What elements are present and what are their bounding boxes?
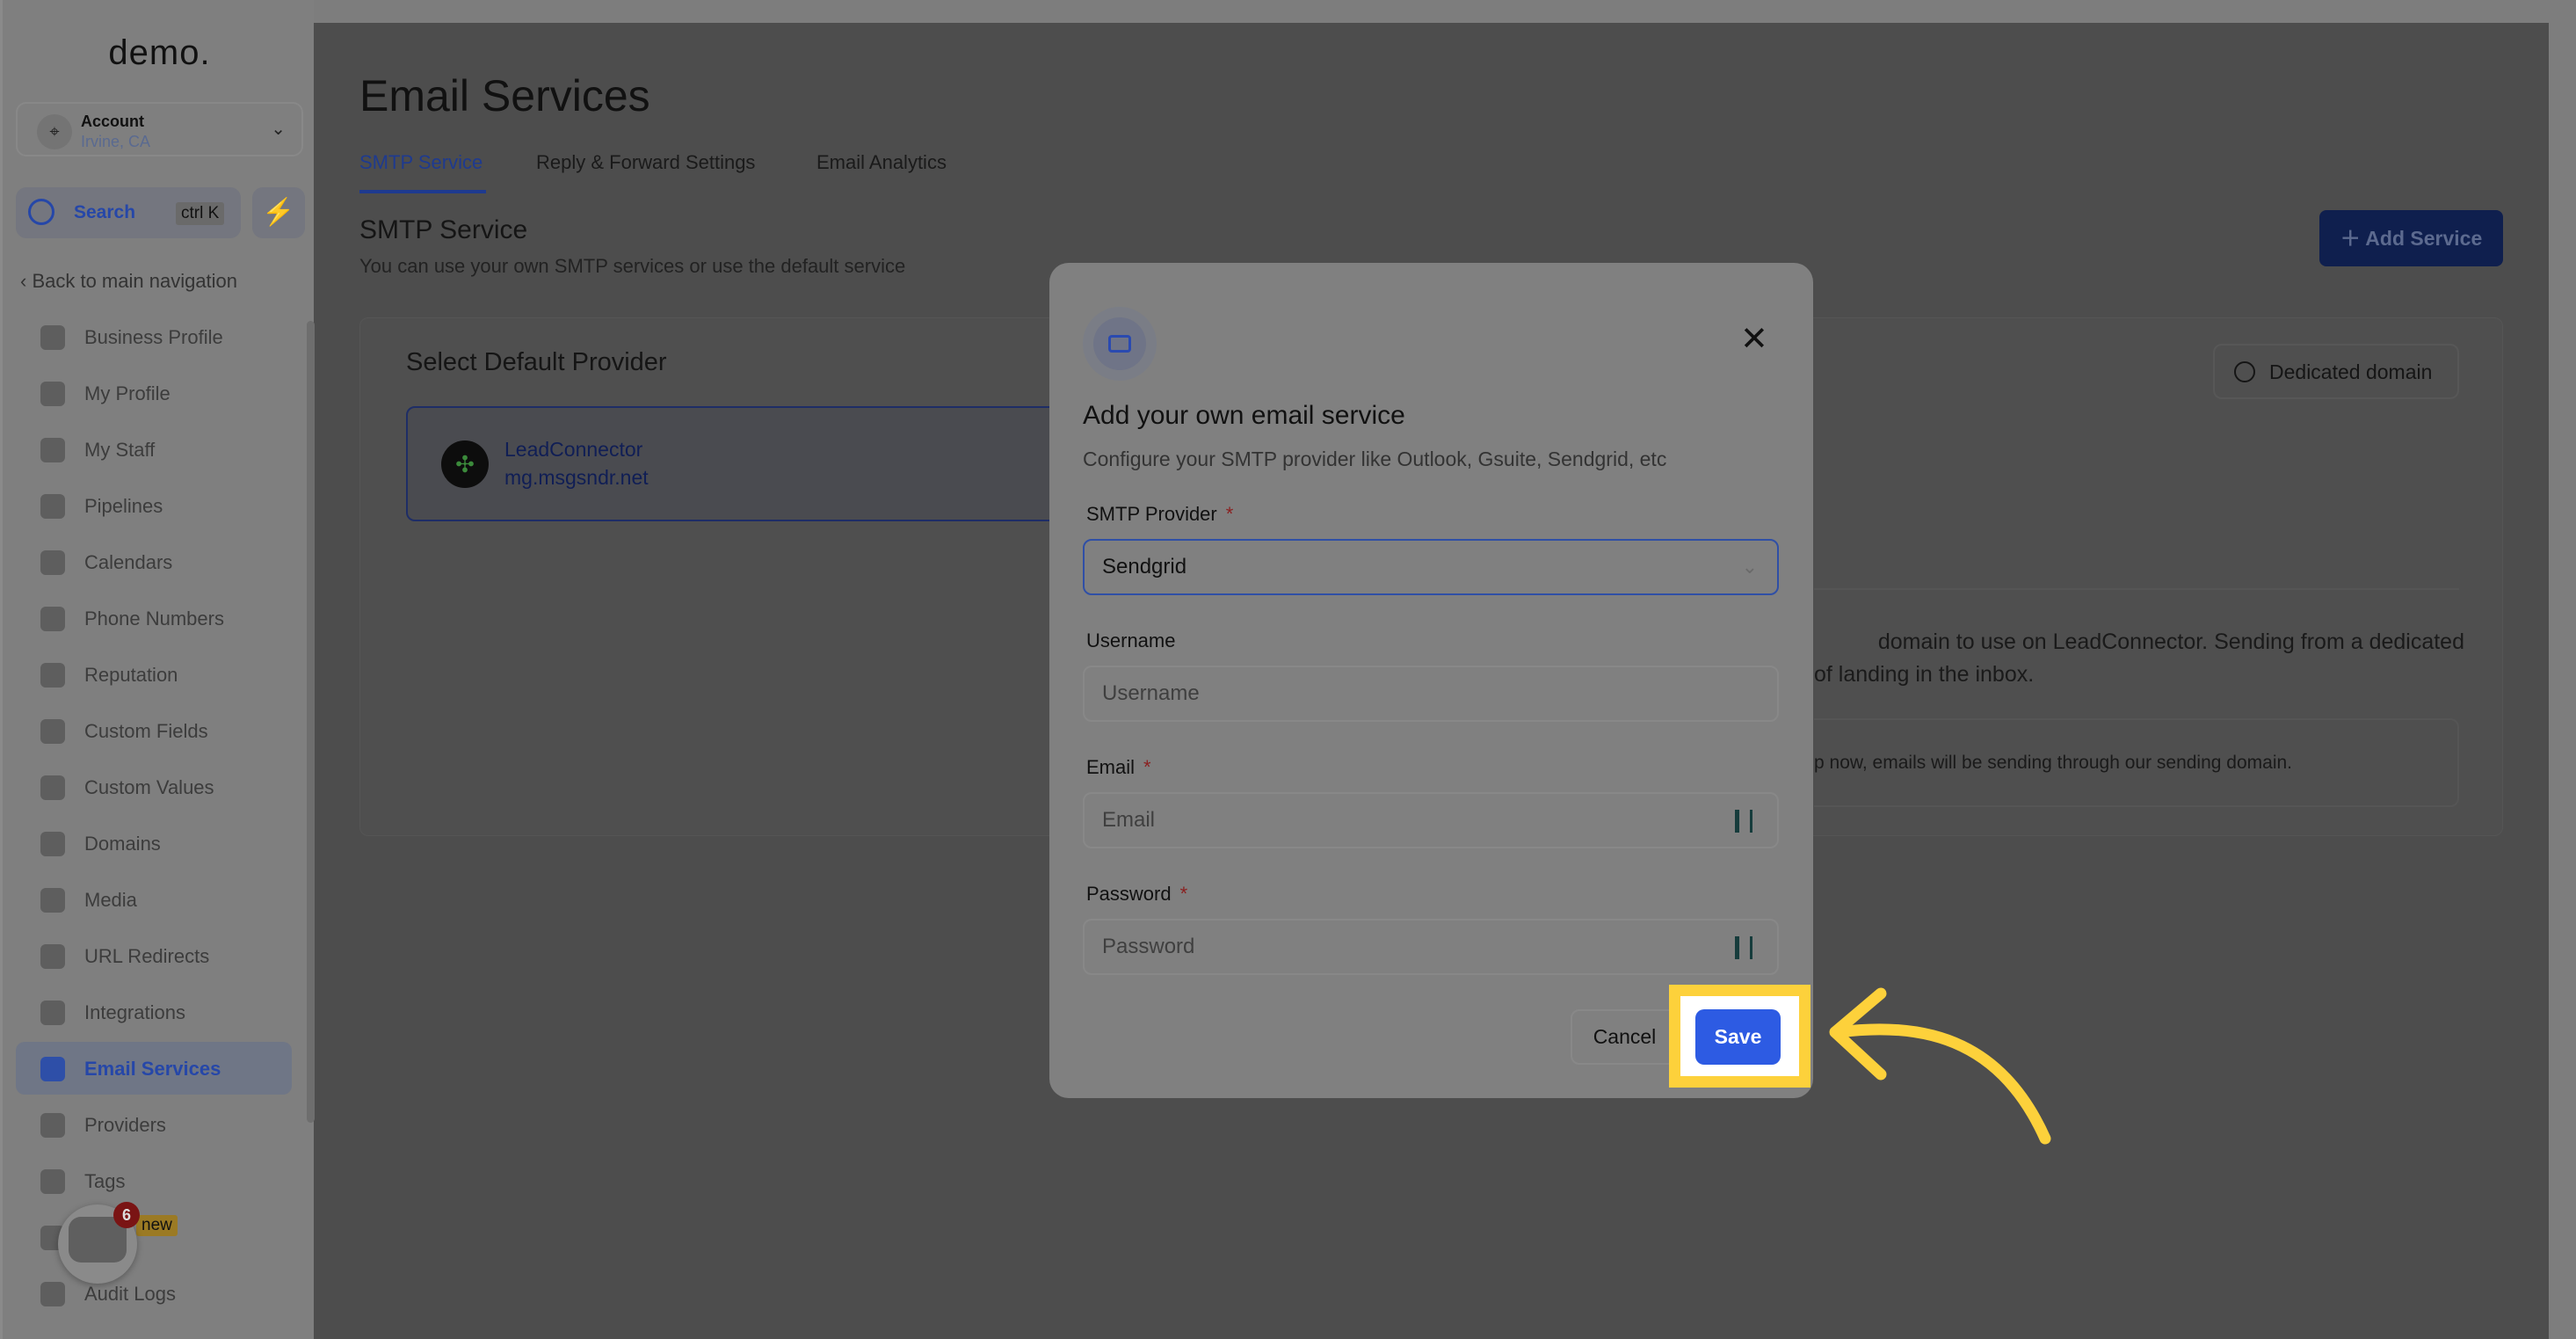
- pointer-arrow: [1829, 987, 2051, 1145]
- arrow-curve: [1832, 1023, 2051, 1145]
